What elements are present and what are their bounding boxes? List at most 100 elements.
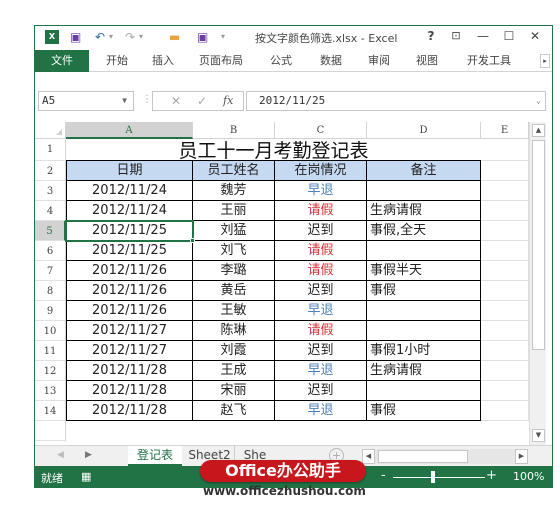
row-header-10[interactable]: 10: [35, 321, 66, 341]
row-header-14[interactable]: 14: [35, 401, 66, 421]
cell-e[interactable]: [481, 241, 529, 261]
tab-formulas[interactable]: 公式: [263, 50, 299, 72]
tab-file[interactable]: 文件: [35, 50, 89, 72]
scroll-down-icon[interactable]: ▼: [532, 429, 545, 442]
scroll-up-icon[interactable]: ▲: [532, 124, 545, 137]
close-button[interactable]: ✕: [525, 29, 545, 43]
tab-developer[interactable]: 开发工具: [459, 50, 519, 72]
cell-date[interactable]: 2012/11/26: [66, 301, 193, 321]
cell-status[interactable]: 请假: [275, 241, 367, 261]
cell-e[interactable]: [481, 361, 529, 381]
cell-date[interactable]: 2012/11/24: [66, 201, 193, 221]
cell-e[interactable]: [481, 341, 529, 361]
cell-status[interactable]: 早退: [275, 301, 367, 321]
horizontal-scrollbar[interactable]: ◀ ▶: [362, 449, 528, 464]
tab-insert[interactable]: 插入: [145, 50, 181, 72]
cell-date[interactable]: 2012/11/28: [66, 401, 193, 421]
cell-note[interactable]: 生病请假: [367, 201, 481, 221]
cell-date[interactable]: 2012/11/25: [66, 221, 193, 241]
help-button[interactable]: ?: [421, 29, 441, 43]
cell-date[interactable]: 2012/11/26: [66, 261, 193, 281]
column-header-a[interactable]: A: [66, 122, 193, 139]
cell-name[interactable]: 赵飞: [193, 401, 275, 421]
save-as-icon[interactable]: ▣: [197, 30, 208, 44]
cell-name[interactable]: 刘飞: [193, 241, 275, 261]
tab-view[interactable]: 视图: [409, 50, 445, 72]
name-box[interactable]: A5 ▼: [38, 91, 134, 111]
enter-icon[interactable]: ✓: [197, 94, 207, 108]
zoom-slider-thumb[interactable]: [431, 471, 435, 483]
scroll-right-icon[interactable]: ▶: [515, 449, 528, 464]
undo-icon[interactable]: ↶: [95, 30, 105, 44]
prev-sheet-icon[interactable]: ◀: [57, 450, 64, 460]
cell-name[interactable]: 王敏: [193, 301, 275, 321]
cell-note[interactable]: [367, 321, 481, 341]
row-header-9[interactable]: 9: [35, 301, 66, 321]
cell-status[interactable]: 请假: [275, 261, 367, 281]
ribbon-display-button[interactable]: ⊡: [446, 29, 466, 42]
row-header-12[interactable]: 12: [35, 361, 66, 381]
row-header-6[interactable]: 6: [35, 241, 66, 261]
cell-e2[interactable]: [481, 161, 529, 181]
vertical-scrollbar[interactable]: ▲ ▼: [529, 122, 546, 445]
redo-dropdown-icon[interactable]: ▾: [139, 30, 143, 44]
maximize-button[interactable]: ☐: [499, 29, 519, 43]
scroll-left-icon[interactable]: ◀: [362, 449, 375, 464]
cell-date[interactable]: 2012/11/28: [66, 361, 193, 381]
cell-e[interactable]: [481, 381, 529, 401]
row-header-5[interactable]: 5: [35, 221, 66, 241]
row-header-4[interactable]: 4: [35, 201, 66, 221]
macro-record-icon[interactable]: ▦: [81, 470, 91, 483]
row-header-11[interactable]: 11: [35, 341, 66, 361]
vertical-scroll-thumb[interactable]: [532, 140, 545, 350]
select-all-button[interactable]: [35, 122, 66, 139]
cell-note[interactable]: 事假半天: [367, 261, 481, 281]
cell-note[interactable]: 事假: [367, 401, 481, 421]
cell-status[interactable]: 早退: [275, 361, 367, 381]
cell-date[interactable]: 2012/11/25: [66, 241, 193, 261]
row-header-2[interactable]: 2: [35, 161, 66, 181]
cell-e[interactable]: [481, 261, 529, 281]
expand-formula-bar-icon[interactable]: ⌄: [536, 92, 541, 110]
formula-input[interactable]: 2012/11/25 ⌄: [246, 91, 546, 111]
cell-name[interactable]: 王丽: [193, 201, 275, 221]
row-header-7[interactable]: 7: [35, 261, 66, 281]
table-header-note[interactable]: 备注: [367, 161, 481, 181]
worksheet-grid[interactable]: A B C D E 1 2 3 4 5 6 7 8 9 10 11 12 13 14 员工十一月考勤登记表 日期 员工姓名…: [35, 122, 529, 445]
row-header-8[interactable]: 8: [35, 281, 66, 301]
cell-note[interactable]: 事假1小时: [367, 341, 481, 361]
cell-status[interactable]: 早退: [275, 181, 367, 201]
cell-e[interactable]: [481, 321, 529, 341]
sheet-tab-dengjibiao[interactable]: 登记表: [128, 446, 182, 466]
zoom-in-button[interactable]: +: [486, 468, 497, 483]
cancel-icon[interactable]: ✕: [171, 94, 181, 108]
cell-name[interactable]: 黄岳: [193, 281, 275, 301]
cell-status[interactable]: 迟到: [275, 341, 367, 361]
column-header-c[interactable]: C: [275, 122, 367, 139]
tab-data[interactable]: 数据: [313, 50, 349, 72]
cell-status[interactable]: 迟到: [275, 281, 367, 301]
cell-date[interactable]: 2012/11/24: [66, 181, 193, 201]
tab-review[interactable]: 审阅: [361, 50, 397, 72]
insert-function-icon[interactable]: fx: [223, 94, 233, 107]
cell-note[interactable]: [367, 241, 481, 261]
open-folder-icon[interactable]: ▬: [169, 30, 180, 44]
cell-e[interactable]: [481, 181, 529, 201]
cell-date[interactable]: 2012/11/28: [66, 381, 193, 401]
tab-page-layout[interactable]: 页面布局: [191, 50, 251, 72]
zoom-level[interactable]: 100%: [513, 470, 544, 483]
column-header-d[interactable]: D: [367, 122, 481, 139]
tab-home[interactable]: 开始: [97, 50, 137, 72]
cell-status[interactable]: 早退: [275, 401, 367, 421]
cell-name[interactable]: 刘霞: [193, 341, 275, 361]
cell-name[interactable]: 陈琳: [193, 321, 275, 341]
sheet-title[interactable]: 员工十一月考勤登记表: [66, 139, 481, 162]
table-header-status[interactable]: 在岗情况: [275, 161, 367, 181]
zoom-out-button[interactable]: -: [381, 468, 386, 483]
cell-note[interactable]: 事假: [367, 281, 481, 301]
cell-name[interactable]: 刘猛: [193, 221, 275, 241]
formula-bar-grip-icon[interactable]: ⋮: [142, 94, 152, 105]
cell-note[interactable]: [367, 301, 481, 321]
name-box-dropdown-icon[interactable]: ▼: [122, 92, 127, 110]
cell-e1[interactable]: [481, 139, 529, 161]
